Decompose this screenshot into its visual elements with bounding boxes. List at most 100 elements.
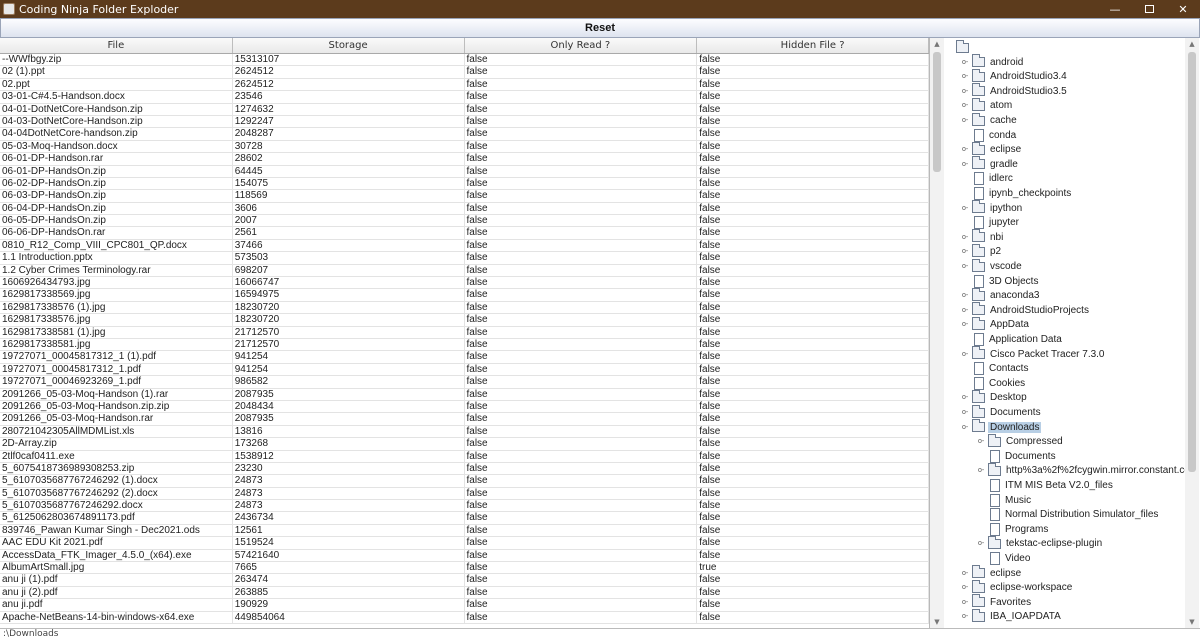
file-name-cell[interactable]: anu ji (2).pdf bbox=[0, 586, 233, 599]
table-row[interactable]: AAC EDU Kit 2021.pdf 1519524 false false bbox=[0, 537, 929, 550]
table-row[interactable]: 06-04-DP-HandsOn.zip 3606 false false bbox=[0, 202, 929, 216]
only-read-cell[interactable]: false bbox=[465, 252, 698, 264]
only-read-cell[interactable]: false bbox=[465, 512, 698, 524]
only-read-cell[interactable]: false bbox=[465, 462, 698, 475]
storage-cell[interactable]: 2436734 bbox=[233, 512, 465, 524]
storage-cell[interactable]: 1538912 bbox=[233, 450, 465, 462]
table-row[interactable]: Apache-NetBeans-14-bin-windows-x64.exe 44… bbox=[0, 611, 929, 624]
hidden-file-cell[interactable]: false bbox=[697, 128, 929, 140]
table-row[interactable]: 2tlf0caf0411.exe 1538912 false false bbox=[0, 450, 929, 463]
file-name-cell[interactable]: 1629817338576.jpg bbox=[0, 314, 233, 326]
storage-cell[interactable]: 2561 bbox=[233, 227, 465, 239]
scroll-up-arrow-icon[interactable]: ▲ bbox=[930, 38, 944, 50]
table-row[interactable]: AlbumArtSmall.jpg 7665 false true bbox=[0, 562, 929, 575]
table-row[interactable]: 5_6125062803674891173.pdf 2436734 false fal… bbox=[0, 512, 929, 525]
table-row[interactable]: 2D-Array.zip 173268 false false bbox=[0, 438, 929, 451]
file-name-cell[interactable]: 06-06-DP-HandsOn.rar bbox=[0, 227, 233, 239]
table-row[interactable]: 5_6107035687767246292 (1).docx 24873 false… bbox=[0, 475, 929, 488]
table-row[interactable]: 19727071_00046923269_1.pdf 986582 false fal… bbox=[0, 376, 929, 389]
expand-toggle-icon[interactable]: o- bbox=[978, 436, 988, 448]
file-name-cell[interactable]: 03-01-C#4.5-Handson.docx bbox=[0, 91, 233, 103]
minimize-button[interactable]: — bbox=[1098, 0, 1132, 18]
tree-node[interactable]: o-anaconda3 bbox=[962, 287, 1042, 303]
column-header-file[interactable]: File bbox=[0, 38, 233, 53]
hidden-file-cell[interactable]: false bbox=[697, 376, 929, 388]
storage-cell[interactable]: 28602 bbox=[233, 153, 465, 165]
tree-node[interactable]: Normal Distribution Simulator_files bbox=[978, 507, 1160, 522]
storage-cell[interactable]: 21712570 bbox=[233, 338, 465, 351]
expand-toggle-icon[interactable]: o- bbox=[962, 56, 972, 68]
tree-node[interactable]: o- Desktop bbox=[962, 389, 1029, 405]
file-name-cell[interactable]: 5_6107035687767246292.docx bbox=[0, 500, 233, 512]
only-read-cell[interactable]: false bbox=[465, 215, 698, 227]
reset-button[interactable]: Reset bbox=[0, 17, 1200, 38]
table-row[interactable]: 5_6107035687767246292.docx 24873 false fals… bbox=[0, 500, 929, 513]
hidden-file-cell[interactable]: false bbox=[697, 413, 929, 425]
expand-toggle-icon[interactable]: o- bbox=[962, 304, 972, 316]
storage-cell[interactable]: 57421640 bbox=[233, 549, 465, 562]
file-name-cell[interactable]: 19727071_00045817312_1.pdf bbox=[0, 363, 233, 376]
table-row[interactable]: 839746_Pawan Kumar Singh - Dec2021.ods 12… bbox=[0, 524, 929, 538]
file-name-cell[interactable]: 839746_Pawan Kumar Singh - Dec2021.ods bbox=[0, 524, 233, 537]
expand-toggle-icon[interactable]: o- bbox=[962, 158, 972, 170]
only-read-cell[interactable]: false bbox=[465, 599, 698, 611]
hidden-file-cell[interactable]: false bbox=[697, 586, 929, 599]
storage-cell[interactable]: 2007 bbox=[233, 215, 465, 227]
file-name-cell[interactable]: 5_6107035687767246292 (2).docx bbox=[0, 487, 233, 500]
storage-cell[interactable]: 21712570 bbox=[233, 326, 465, 338]
storage-cell[interactable]: 24873 bbox=[233, 500, 465, 512]
file-name-cell[interactable]: 280721042305AllMDMList.xls bbox=[0, 425, 233, 438]
storage-cell[interactable]: 64445 bbox=[233, 165, 465, 177]
maximize-button[interactable] bbox=[1132, 0, 1166, 18]
only-read-cell[interactable]: false bbox=[465, 202, 698, 215]
tree-node[interactable]: o- Documents bbox=[962, 404, 1043, 420]
file-name-cell[interactable]: 06-04-DP-HandsOn.zip bbox=[0, 202, 233, 215]
table-row[interactable]: 04-01-DotNetCore-Handson.zip 1274632 false… bbox=[0, 103, 929, 116]
storage-cell[interactable]: 3606 bbox=[233, 202, 465, 215]
hidden-file-cell[interactable]: false bbox=[697, 400, 929, 413]
expand-toggle-icon[interactable]: o- bbox=[962, 582, 972, 594]
only-read-cell[interactable]: false bbox=[465, 574, 698, 586]
storage-cell[interactable]: 18230720 bbox=[233, 301, 465, 314]
hidden-file-cell[interactable]: false bbox=[697, 153, 929, 165]
tree-node[interactable]: Application Data bbox=[962, 332, 1064, 347]
hidden-file-cell[interactable]: false bbox=[697, 289, 929, 301]
file-name-cell[interactable]: 0810_R12_Comp_VIII_CPC801_QP.docx bbox=[0, 239, 233, 252]
table-row[interactable]: 2091266_05-03-Moq-Handson.zip.zip 2048434… bbox=[0, 400, 929, 414]
file-name-cell[interactable]: 02.ppt bbox=[0, 78, 233, 91]
table-row[interactable]: 05-03-Moq-Handson.docx 30728 false false bbox=[0, 140, 929, 154]
file-name-cell[interactable]: 06-01-DP-Handson.rar bbox=[0, 153, 233, 165]
expand-toggle-icon[interactable]: o- bbox=[962, 202, 972, 214]
file-name-cell[interactable]: 1.2 Cyber Crimes Terminology.rar bbox=[0, 264, 233, 277]
hidden-file-cell[interactable]: false bbox=[697, 54, 929, 66]
scroll-down-arrow-icon[interactable]: ▼ bbox=[930, 616, 944, 628]
file-name-cell[interactable]: 04-04DotNetCore-handson.zip bbox=[0, 128, 233, 140]
file-name-cell[interactable]: 5_6107035687767246292 (1).docx bbox=[0, 475, 233, 487]
expand-toggle-icon[interactable]: o- bbox=[962, 71, 972, 83]
table-scroll-thumb[interactable] bbox=[933, 52, 941, 172]
storage-cell[interactable]: 18230720 bbox=[233, 314, 465, 326]
expand-toggle-icon[interactable]: o- bbox=[962, 392, 972, 404]
only-read-cell[interactable]: false bbox=[465, 376, 698, 388]
tree-scroll-thumb[interactable] bbox=[1188, 52, 1196, 472]
expand-toggle-icon[interactable]: o- bbox=[962, 246, 972, 258]
tree-node[interactable]: conda bbox=[962, 128, 1018, 143]
table-row[interactable]: 5_6075418736989308253.zip 23230 false false bbox=[0, 462, 929, 476]
storage-cell[interactable]: 2624512 bbox=[233, 66, 465, 78]
tree-node[interactable]: jupyter bbox=[962, 215, 1021, 230]
only-read-cell[interactable]: false bbox=[465, 413, 698, 425]
table-row[interactable]: 5_6107035687767246292 (2).docx 24873 false… bbox=[0, 487, 929, 501]
tree-node[interactable]: o-nbi bbox=[962, 229, 1005, 245]
only-read-cell[interactable]: false bbox=[465, 54, 698, 66]
expand-toggle-icon[interactable]: o- bbox=[962, 611, 972, 623]
file-name-cell[interactable]: 5_6075418736989308253.zip bbox=[0, 462, 233, 475]
tree-node[interactable]: o-atom bbox=[962, 97, 1014, 113]
hidden-file-cell[interactable]: false bbox=[697, 425, 929, 438]
table-row[interactable]: 02.ppt 2624512 false false bbox=[0, 78, 929, 92]
hidden-file-cell[interactable]: false bbox=[697, 202, 929, 215]
table-row[interactable]: 19727071_00045817312_1.pdf 941254 false fal… bbox=[0, 363, 929, 377]
tree-node[interactable]: o-cache bbox=[962, 112, 1019, 128]
tree-node[interactable]: idlerc bbox=[962, 171, 1015, 186]
file-name-cell[interactable]: 2091266_05-03-Moq-Handson.zip.zip bbox=[0, 400, 233, 413]
only-read-cell[interactable]: false bbox=[465, 115, 698, 128]
